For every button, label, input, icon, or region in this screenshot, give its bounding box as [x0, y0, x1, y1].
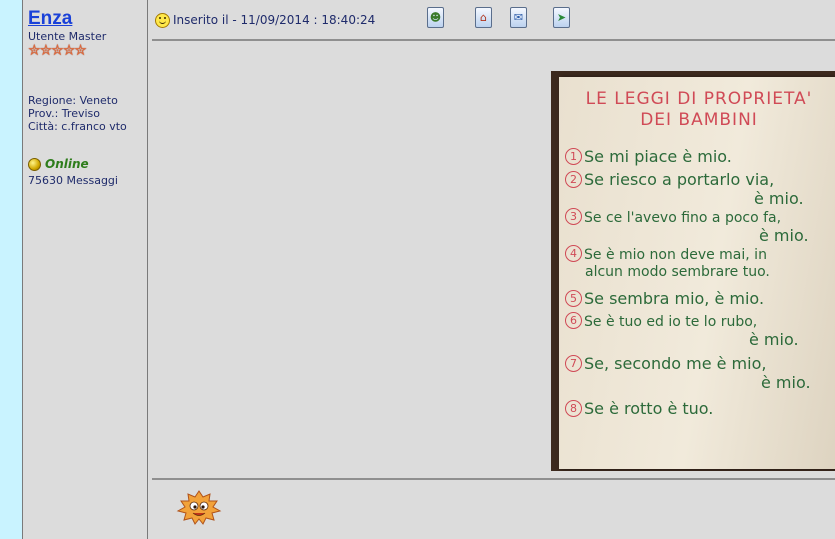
signature-divider [152, 478, 835, 480]
rule-item: 2 Se riesco a portarlo via, [565, 170, 774, 189]
email-icon[interactable]: ✉ [510, 7, 527, 28]
rule-item: 7 Se, secondo me è mio, [565, 354, 766, 373]
rule-continuation: è mio. [761, 373, 811, 392]
leaf-mascot-icon [176, 490, 222, 525]
rule-item: 4 Se è mio non deve mai, in [565, 245, 767, 263]
post-timestamp: Inserito il - 11/09/2014 : 18:40:24 [173, 13, 376, 27]
poster-paper: LE LEGGI DI PROPRIETA' DEI BAMBINI 1 Se m… [559, 77, 835, 469]
author-panel: Enza Utente Master ✮✮✮✮✮ Regione: Veneto… [23, 0, 148, 539]
author-province: Prov.: Treviso [28, 107, 100, 120]
post-image[interactable]: LE LEGGI DI PROPRIETA' DEI BAMBINI 1 Se m… [551, 71, 835, 471]
homepage-icon[interactable]: ⌂ [475, 7, 492, 28]
rule-continuation: è mio. [759, 226, 809, 245]
author-username-link[interactable]: Enza [28, 8, 72, 30]
poster-title-line2: DEI BAMBINI [640, 110, 758, 130]
rule-item: 5 Se sembra mio, è mio. [565, 289, 764, 308]
reply-quote-icon[interactable]: ➤ [553, 7, 570, 28]
online-status-label: Online [45, 157, 89, 171]
forum-post: Enza Utente Master ✮✮✮✮✮ Regione: Veneto… [22, 0, 835, 539]
smiley-icon [155, 12, 170, 28]
rule-item: 8 Se è rotto è tuo. [565, 399, 713, 418]
header-divider [152, 39, 835, 41]
rule-continuation: alcun modo sembrare tuo. [585, 264, 770, 280]
rule-item: 3 Se ce l'avevo fino a poco fa, [565, 208, 781, 226]
rule-continuation: è mio. [749, 330, 799, 349]
online-status: Online [28, 157, 89, 171]
rule-item: 6 Se è tuo ed io te lo rubo, [565, 312, 757, 330]
author-city: Città: c.franco vto [28, 120, 127, 133]
online-indicator-icon [28, 157, 41, 171]
rank-stars-icon: ✮✮✮✮✮ [28, 41, 87, 59]
rule-continuation: è mio. [754, 189, 804, 208]
profile-icon[interactable]: ☻ [427, 7, 444, 28]
rule-item: 1 Se mi piace è mio. [565, 147, 732, 166]
author-region: Regione: Veneto [28, 94, 118, 107]
poster-title-line1: LE LEGGI DI PROPRIETA' [585, 89, 813, 109]
post-header: Inserito il - 11/09/2014 : 18:40:24 [155, 8, 375, 32]
post-content-panel: Inserito il - 11/09/2014 : 18:40:24 ☻ ⌂ … [148, 0, 835, 539]
author-message-count: 75630 Messaggi [28, 174, 118, 187]
